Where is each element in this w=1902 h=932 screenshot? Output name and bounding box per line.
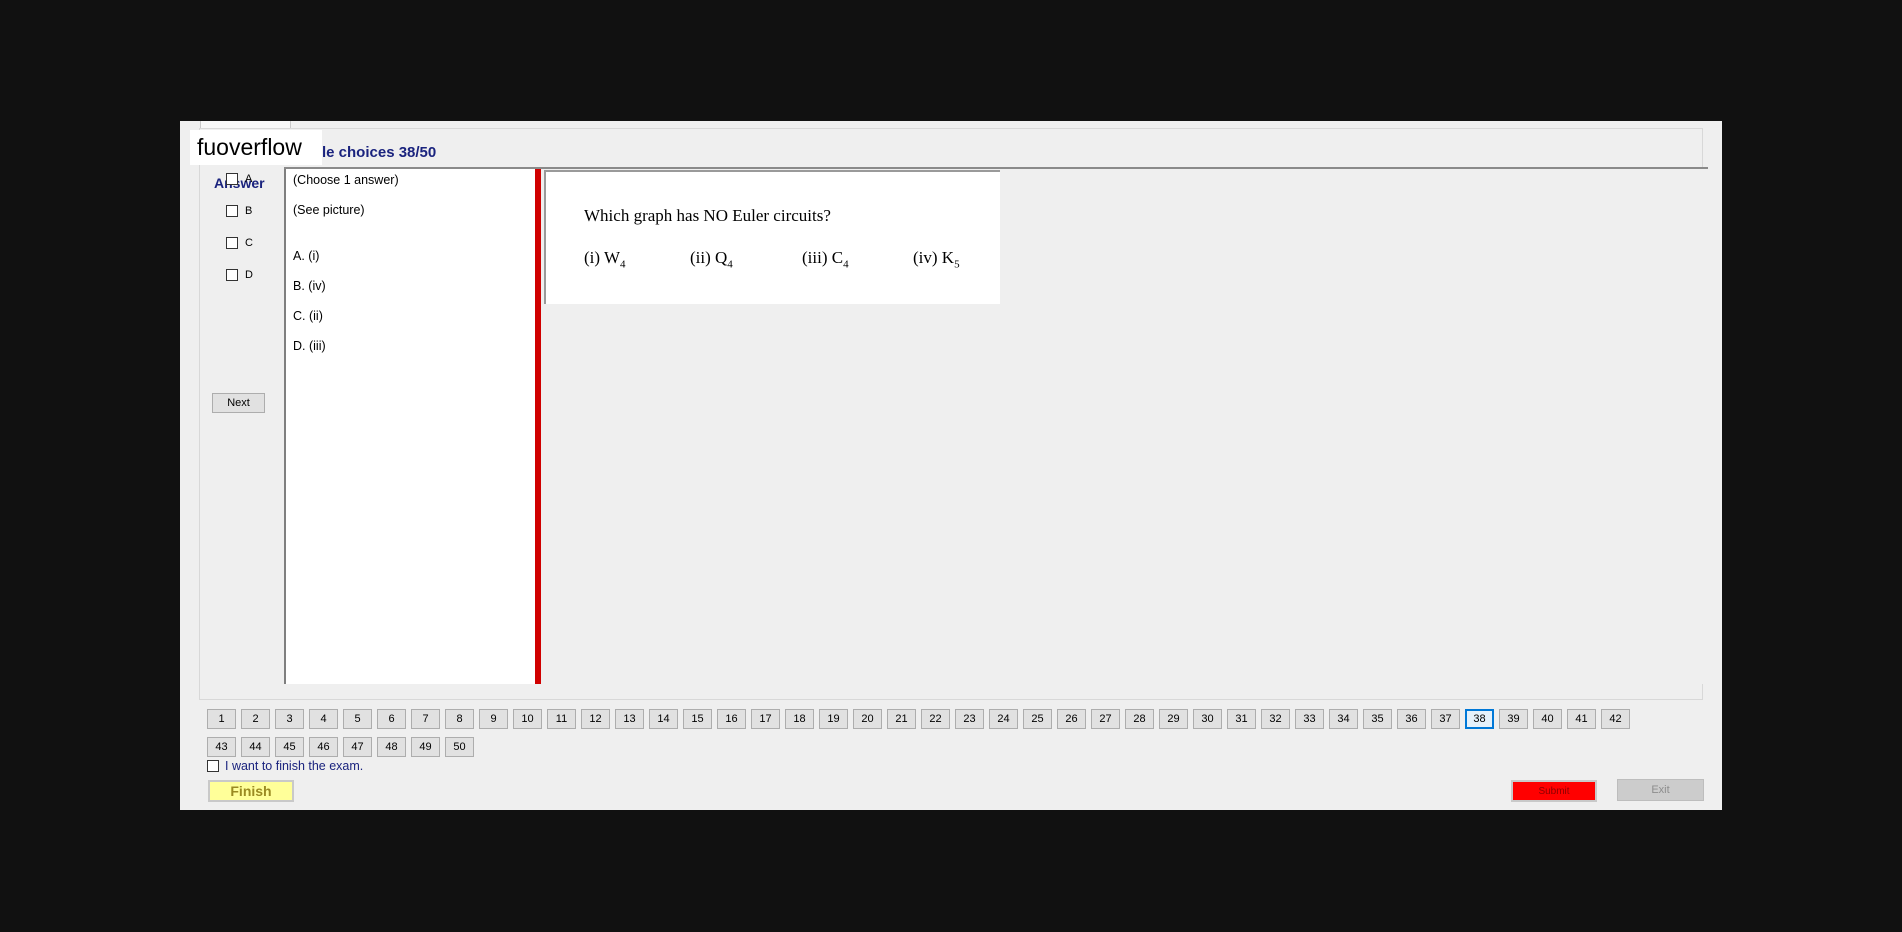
finish-confirm-checkbox[interactable]: [207, 760, 219, 772]
question-nav-button[interactable]: 31: [1227, 709, 1256, 729]
graph-choice-iii: (iii) C4: [802, 248, 849, 270]
question-nav-button[interactable]: 15: [683, 709, 712, 729]
question-nav-button[interactable]: 7: [411, 709, 440, 729]
answer-line-c: C. (ii): [293, 309, 323, 323]
graph-choice-i-sub: 4: [620, 258, 626, 271]
watermark-label: fuoverflow: [190, 130, 322, 165]
answer-line-d: D. (iii): [293, 339, 326, 353]
exit-button[interactable]: Exit: [1617, 779, 1704, 801]
see-picture-text: (See picture): [293, 203, 365, 217]
question-nav-button[interactable]: 11: [547, 709, 576, 729]
question-nav-button[interactable]: 40: [1533, 709, 1562, 729]
checkbox-a[interactable]: [226, 173, 238, 185]
question-nav-button[interactable]: 17: [751, 709, 780, 729]
next-button[interactable]: Next: [212, 393, 265, 413]
question-image: Which graph has NO Euler circuits? (i) W…: [544, 170, 1000, 304]
graph-choice-i-prefix: (i) W: [584, 248, 621, 267]
answer-line-b: B. (iv): [293, 279, 326, 293]
question-nav-button[interactable]: 1: [207, 709, 236, 729]
question-nav-button[interactable]: 2: [241, 709, 270, 729]
question-nav-button[interactable]: 14: [649, 709, 678, 729]
question-nav-button[interactable]: 50: [445, 737, 474, 757]
question-nav-button[interactable]: 36: [1397, 709, 1426, 729]
question-nav-button[interactable]: 10: [513, 709, 542, 729]
question-nav-button[interactable]: 44: [241, 737, 270, 757]
question-nav-button[interactable]: 35: [1363, 709, 1392, 729]
question-nav-button[interactable]: 16: [717, 709, 746, 729]
section-title: le choices 38/50: [322, 144, 437, 161]
checkbox-c[interactable]: [226, 237, 238, 249]
answer-option-c[interactable]: C: [226, 235, 253, 251]
question-text: Which graph has NO Euler circuits?: [584, 206, 831, 225]
finish-confirm-label[interactable]: I want to finish the exam.: [225, 759, 363, 773]
option-label-c: C: [245, 237, 253, 249]
question-nav-button[interactable]: 34: [1329, 709, 1358, 729]
question-nav-button[interactable]: 30: [1193, 709, 1222, 729]
question-nav-button[interactable]: 4: [309, 709, 338, 729]
question-nav-button[interactable]: 26: [1057, 709, 1086, 729]
option-label-a: A: [245, 173, 253, 185]
instruction-text: (Choose 1 answer): [293, 173, 399, 187]
finish-button[interactable]: Finish: [208, 780, 294, 802]
question-nav-button[interactable]: 5: [343, 709, 372, 729]
submit-button[interactable]: Submit: [1511, 780, 1597, 802]
question-nav-button[interactable]: 46: [309, 737, 338, 757]
option-label-d: D: [245, 269, 253, 281]
question-nav-button[interactable]: 13: [615, 709, 644, 729]
checkbox-b[interactable]: [226, 205, 238, 217]
graph-choice-ii: (ii) Q4: [690, 248, 733, 270]
question-nav-button[interactable]: 48: [377, 737, 406, 757]
graph-choice-iv-prefix: (iv) K: [913, 248, 955, 267]
question-nav-button[interactable]: 45: [275, 737, 304, 757]
question-nav-button[interactable]: 32: [1261, 709, 1290, 729]
answer-option-d[interactable]: D: [226, 267, 253, 283]
question-nav-button[interactable]: 41: [1567, 709, 1596, 729]
question-nav-button[interactable]: 21: [887, 709, 916, 729]
graph-choice-ii-sub: 4: [727, 258, 733, 271]
graph-choice-iii-prefix: (iii) C: [802, 248, 844, 267]
picture-panel: Which graph has NO Euler circuits? (i) W…: [541, 169, 1707, 684]
question-nav-button[interactable]: 25: [1023, 709, 1052, 729]
graph-choice-i: (i) W4: [584, 248, 626, 270]
question-nav-button[interactable]: 43: [207, 737, 236, 757]
answer-option-b[interactable]: B: [226, 203, 252, 219]
option-label-b: B: [245, 205, 253, 217]
question-nav-button[interactable]: 19: [819, 709, 848, 729]
question-nav-button[interactable]: 12: [581, 709, 610, 729]
question-text-panel[interactable]: (Choose 1 answer) (See picture) A. (i) B…: [284, 169, 539, 684]
graph-choice-iv-sub: 5: [954, 258, 960, 271]
graph-choice-iii-sub: 4: [843, 258, 849, 271]
question-nav-button[interactable]: 27: [1091, 709, 1120, 729]
question-nav-button[interactable]: 18: [785, 709, 814, 729]
question-nav-button[interactable]: 28: [1125, 709, 1154, 729]
question-nav-button[interactable]: 6: [377, 709, 406, 729]
question-nav-button[interactable]: 33: [1295, 709, 1324, 729]
question-nav-button[interactable]: 8: [445, 709, 474, 729]
question-nav-button[interactable]: 29: [1159, 709, 1188, 729]
question-nav-button[interactable]: 49: [411, 737, 440, 757]
graph-choice-ii-prefix: (ii) Q: [690, 248, 728, 267]
question-nav-button[interactable]: 23: [955, 709, 984, 729]
graph-choice-iv: (iv) K5: [913, 248, 960, 270]
question-nav-button[interactable]: 22: [921, 709, 950, 729]
question-nav-button[interactable]: 24: [989, 709, 1018, 729]
question-nav-button[interactable]: 20: [853, 709, 882, 729]
exam-window: le choices 38/50 fuoverflow Answer A B C…: [180, 121, 1722, 810]
checkbox-d[interactable]: [226, 269, 238, 281]
finish-confirm-row[interactable]: I want to finish the exam.: [207, 759, 363, 773]
question-nav-button[interactable]: 37: [1431, 709, 1460, 729]
question-nav-button[interactable]: 3: [275, 709, 304, 729]
question-nav-button[interactable]: 42: [1601, 709, 1630, 729]
question-nav-button[interactable]: 9: [479, 709, 508, 729]
answer-option-a[interactable]: A: [226, 171, 252, 187]
question-nav-button[interactable]: 47: [343, 737, 372, 757]
answer-line-a: A. (i): [293, 249, 320, 263]
question-nav-button[interactable]: 39: [1499, 709, 1528, 729]
question-nav-button[interactable]: 38: [1465, 709, 1494, 729]
